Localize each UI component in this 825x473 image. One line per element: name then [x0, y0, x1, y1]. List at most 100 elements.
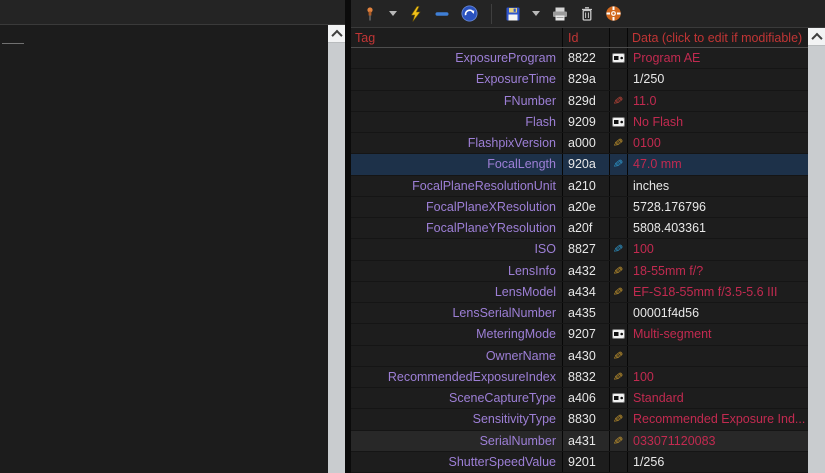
save-button[interactable] [503, 3, 523, 25]
icon-cell[interactable]: ✎ [610, 133, 628, 153]
id-cell: a430 [563, 346, 610, 366]
data-cell[interactable]: 11.0 [628, 91, 808, 111]
data-cell[interactable]: 47.0 mm [628, 154, 808, 174]
table-row[interactable]: ExposureProgram 8822 Program AE [351, 48, 808, 69]
column-header-icon[interactable] [610, 28, 628, 47]
table-row[interactable]: SerialNumber a431 ✎ 033071120083 [351, 431, 808, 452]
tag-cell[interactable]: RecommendedExposureIndex [351, 367, 563, 387]
data-cell[interactable]: 5808.403361 [628, 218, 808, 238]
table-row[interactable]: FocalPlaneXResolution a20e 5728.176796 [351, 197, 808, 218]
table-row[interactable]: ISO 8827 ✎ 100 [351, 239, 808, 260]
icon-cell[interactable]: ✎ [610, 154, 628, 174]
tag-cell[interactable]: LensInfo [351, 261, 563, 281]
data-cell[interactable]: 5728.176796 [628, 197, 808, 217]
id-cell: a406 [563, 388, 610, 408]
column-header-id[interactable]: Id [563, 28, 610, 47]
table-row[interactable]: FocalPlaneResolutionUnit a210 inches [351, 176, 808, 197]
table-row[interactable]: FlashpixVersion a000 ✎ 0100 [351, 133, 808, 154]
tree-stub-line [2, 43, 24, 44]
table-row[interactable]: FocalPlaneYResolution a20f 5808.403361 [351, 218, 808, 239]
tag-cell[interactable]: FocalPlaneXResolution [351, 197, 563, 217]
data-cell[interactable]: Recommended Exposure Ind... [628, 409, 808, 429]
id-cell: 8827 [563, 239, 610, 259]
minus-button[interactable] [432, 3, 452, 25]
tag-cell[interactable]: ExposureProgram [351, 48, 563, 68]
icon-cell[interactable]: ✎ [610, 346, 628, 366]
data-cell[interactable] [628, 346, 808, 366]
data-cell[interactable]: Multi-segment [628, 324, 808, 344]
icon-cell [610, 452, 628, 472]
table-row[interactable]: Flash 9209 No Flash [351, 112, 808, 133]
tag-cell[interactable]: OwnerName [351, 346, 563, 366]
table-row[interactable]: OwnerName a430 ✎ [351, 346, 808, 367]
tag-cell[interactable]: LensModel [351, 282, 563, 302]
icon-cell[interactable]: ✎ [610, 409, 628, 429]
data-cell[interactable]: 033071120083 [628, 431, 808, 451]
data-cell[interactable]: 1/250 [628, 69, 808, 89]
column-header-tag[interactable]: Tag [351, 28, 563, 47]
list-choice-icon[interactable] [610, 388, 628, 408]
list-choice-icon[interactable] [610, 112, 628, 132]
scroll-up-button[interactable] [328, 25, 345, 43]
delete-button[interactable] [578, 3, 596, 25]
data-cell[interactable]: 100 [628, 367, 808, 387]
tag-cell[interactable]: FNumber [351, 91, 563, 111]
list-choice-icon[interactable] [610, 324, 628, 344]
table-row[interactable]: LensSerialNumber a435 00001f4d56 [351, 303, 808, 324]
flash-icon [408, 6, 423, 22]
tag-cell[interactable]: FlashpixVersion [351, 133, 563, 153]
tag-cell[interactable]: ExposureTime [351, 69, 563, 89]
pin-dropdown-button[interactable] [387, 3, 399, 25]
data-cell[interactable]: 00001f4d56 [628, 303, 808, 323]
tag-cell[interactable]: ISO [351, 239, 563, 259]
data-cell[interactable]: 18-55mm f/? [628, 261, 808, 281]
tag-cell[interactable]: ShutterSpeedValue [351, 452, 563, 472]
table-row[interactable]: RecommendedExposureIndex 8832 ✎ 100 [351, 367, 808, 388]
tag-cell[interactable]: FocalLength [351, 154, 563, 174]
tag-cell[interactable]: MeteringMode [351, 324, 563, 344]
icon-cell[interactable]: ✎ [610, 239, 628, 259]
column-header-data[interactable]: Data (click to edit if modifiable) [628, 28, 808, 47]
table-row[interactable]: FNumber 829d ✎ 11.0 [351, 91, 808, 112]
list-choice-icon[interactable] [610, 48, 628, 68]
data-cell[interactable]: 1/256 [628, 452, 808, 472]
icon-cell[interactable]: ✎ [610, 282, 628, 302]
flash-button[interactable] [406, 3, 425, 25]
tag-cell[interactable]: SerialNumber [351, 431, 563, 451]
data-cell[interactable]: No Flash [628, 112, 808, 132]
table-row[interactable]: ShutterSpeedValue 9201 1/256 [351, 452, 808, 473]
file-tree-panel[interactable] [0, 25, 328, 473]
tag-cell[interactable]: FocalPlaneYResolution [351, 218, 563, 238]
icon-cell[interactable]: ✎ [610, 367, 628, 387]
data-cell[interactable]: 100 [628, 239, 808, 259]
help-button[interactable] [603, 3, 624, 25]
table-row[interactable]: MeteringMode 9207 Multi-segment [351, 324, 808, 345]
save-dropdown-button[interactable] [530, 3, 542, 25]
left-panel-scrollbar[interactable] [328, 25, 345, 473]
data-cell[interactable]: 0100 [628, 133, 808, 153]
data-cell[interactable]: inches [628, 176, 808, 196]
table-row[interactable]: SensitivityType 8830 ✎ Recommended Expos… [351, 409, 808, 430]
sync-button[interactable] [459, 3, 480, 25]
tag-cell[interactable]: LensSerialNumber [351, 303, 563, 323]
tag-cell[interactable]: SceneCaptureType [351, 388, 563, 408]
pin-button[interactable] [360, 3, 380, 25]
data-cell[interactable]: EF-S18-55mm f/3.5-5.6 III [628, 282, 808, 302]
table-row[interactable]: SceneCaptureType a406 Standard [351, 388, 808, 409]
data-cell[interactable]: Program AE [628, 48, 808, 68]
list-choice-icon [612, 53, 625, 63]
tag-cell[interactable]: FocalPlaneResolutionUnit [351, 176, 563, 196]
print-button[interactable] [549, 3, 571, 25]
icon-cell[interactable]: ✎ [610, 431, 628, 451]
scroll-up-button[interactable] [808, 28, 825, 46]
icon-cell[interactable]: ✎ [610, 91, 628, 111]
table-row[interactable]: ExposureTime 829a 1/250 [351, 69, 808, 90]
table-row[interactable]: LensModel a434 ✎ EF-S18-55mm f/3.5-5.6 I… [351, 282, 808, 303]
table-row[interactable]: FocalLength 920a ✎ 47.0 mm [351, 154, 808, 175]
data-cell[interactable]: Standard [628, 388, 808, 408]
icon-cell[interactable]: ✎ [610, 261, 628, 281]
tag-cell[interactable]: Flash [351, 112, 563, 132]
table-scrollbar[interactable] [808, 28, 825, 473]
tag-cell[interactable]: SensitivityType [351, 409, 563, 429]
table-row[interactable]: LensInfo a432 ✎ 18-55mm f/? [351, 261, 808, 282]
